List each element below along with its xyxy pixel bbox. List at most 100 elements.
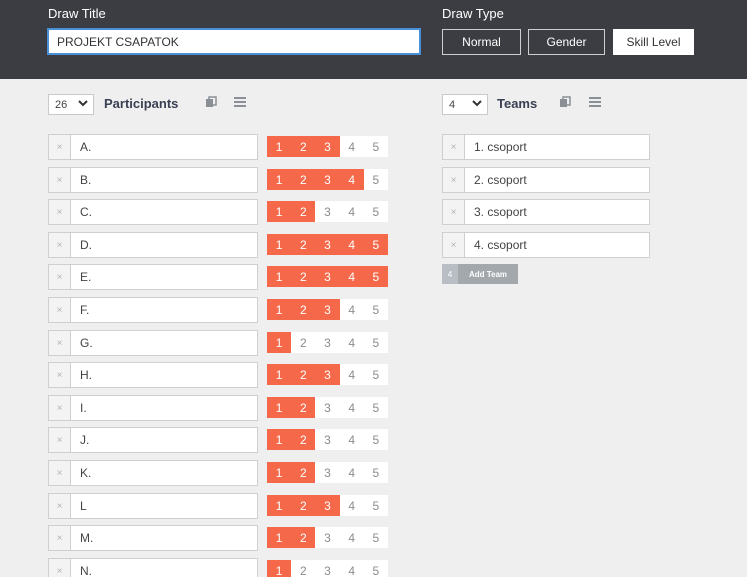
skill-level-option[interactable]: 5: [364, 429, 388, 450]
skill-level-option[interactable]: 4: [340, 299, 364, 320]
participant-name-input[interactable]: D.: [70, 232, 258, 258]
skill-level-option[interactable]: 2: [291, 429, 316, 450]
participant-name-input[interactable]: E.: [70, 264, 258, 290]
skill-level-option[interactable]: 5: [364, 462, 388, 483]
skill-level-option[interactable]: 1: [267, 234, 292, 255]
team-name-input[interactable]: 4. csoport: [464, 232, 650, 258]
remove-team-button[interactable]: ×: [442, 199, 465, 225]
draw-title-input[interactable]: [47, 28, 421, 55]
skill-level-option[interactable]: 1: [267, 332, 292, 353]
skill-level-option[interactable]: 1: [267, 136, 292, 157]
skill-level-option[interactable]: 5: [364, 527, 388, 548]
remove-participant-button[interactable]: ×: [48, 134, 71, 160]
participant-name-input[interactable]: A.: [70, 134, 258, 160]
skill-level-option[interactable]: 2: [291, 397, 316, 418]
remove-participant-button[interactable]: ×: [48, 427, 71, 453]
skill-level-option[interactable]: 2: [291, 201, 316, 222]
skill-level-option[interactable]: 1: [267, 397, 292, 418]
skill-level-option[interactable]: 4: [340, 527, 364, 548]
remove-participant-button[interactable]: ×: [48, 330, 71, 356]
participant-name-input[interactable]: F.: [70, 297, 258, 323]
participant-name-input[interactable]: J.: [70, 427, 258, 453]
skill-level-option[interactable]: 2: [291, 234, 316, 255]
participant-name-input[interactable]: N.: [70, 558, 258, 577]
skill-level-option[interactable]: 5: [364, 169, 388, 190]
skill-level-option[interactable]: 3: [315, 495, 340, 516]
skill-level-option[interactable]: 1: [267, 169, 292, 190]
skill-level-option[interactable]: 4: [340, 429, 364, 450]
skill-level-option[interactable]: 1: [267, 429, 292, 450]
skill-level-option[interactable]: 2: [291, 462, 316, 483]
skill-level-option[interactable]: 5: [363, 266, 388, 287]
skill-level-option[interactable]: 3: [315, 169, 340, 190]
skill-level-option[interactable]: 3: [315, 364, 340, 385]
remove-participant-button[interactable]: ×: [48, 199, 71, 225]
skill-level-option[interactable]: 2: [291, 136, 316, 157]
skill-level-option[interactable]: 5: [364, 332, 388, 353]
participant-name-input[interactable]: L: [70, 493, 258, 519]
skill-level-option[interactable]: 1: [267, 201, 292, 222]
remove-team-button[interactable]: ×: [442, 232, 465, 258]
skill-level-option[interactable]: 4: [340, 495, 364, 516]
skill-level-option[interactable]: 2: [291, 495, 316, 516]
skill-level-option[interactable]: 2: [291, 169, 316, 190]
draw-type-skill-level-button[interactable]: Skill Level: [613, 29, 694, 55]
skill-level-option[interactable]: 2: [291, 560, 315, 577]
skill-level-option[interactable]: 4: [340, 332, 364, 353]
skill-level-option[interactable]: 4: [339, 234, 364, 255]
team-name-input[interactable]: 1. csoport: [464, 134, 650, 160]
skill-level-option[interactable]: 3: [315, 332, 339, 353]
team-name-input[interactable]: 2. csoport: [464, 167, 650, 193]
participant-name-input[interactable]: I.: [70, 395, 258, 421]
skill-level-option[interactable]: 3: [315, 234, 340, 255]
skill-level-option[interactable]: 4: [340, 462, 364, 483]
remove-team-button[interactable]: ×: [442, 134, 465, 160]
remove-participant-button[interactable]: ×: [48, 558, 71, 577]
remove-team-button[interactable]: ×: [442, 167, 465, 193]
participant-name-input[interactable]: C.: [70, 199, 258, 225]
remove-participant-button[interactable]: ×: [48, 525, 71, 551]
remove-participant-button[interactable]: ×: [48, 362, 71, 388]
skill-level-option[interactable]: 2: [291, 527, 316, 548]
skill-level-option[interactable]: 1: [267, 266, 292, 287]
participant-name-input[interactable]: K.: [70, 460, 258, 486]
skill-level-option[interactable]: 3: [315, 560, 339, 577]
list-icon[interactable]: [234, 96, 246, 108]
skill-level-option[interactable]: 3: [315, 462, 339, 483]
list-icon[interactable]: [589, 96, 601, 108]
skill-level-option[interactable]: 2: [291, 332, 315, 353]
skill-level-option[interactable]: 4: [340, 364, 364, 385]
skill-level-option[interactable]: 5: [364, 560, 388, 577]
remove-participant-button[interactable]: ×: [48, 395, 71, 421]
skill-level-option[interactable]: 3: [315, 429, 339, 450]
skill-level-option[interactable]: 4: [340, 397, 364, 418]
remove-participant-button[interactable]: ×: [48, 297, 71, 323]
skill-level-option[interactable]: 3: [315, 527, 339, 548]
skill-level-option[interactable]: 1: [267, 299, 292, 320]
copy-icon[interactable]: [205, 96, 217, 108]
skill-level-option[interactable]: 2: [291, 266, 316, 287]
skill-level-option[interactable]: 2: [291, 364, 316, 385]
skill-level-option[interactable]: 4: [339, 266, 364, 287]
team-name-input[interactable]: 3. csoport: [464, 199, 650, 225]
skill-level-option[interactable]: 5: [364, 201, 388, 222]
remove-participant-button[interactable]: ×: [48, 493, 71, 519]
skill-level-option[interactable]: 3: [315, 397, 339, 418]
remove-participant-button[interactable]: ×: [48, 264, 71, 290]
skill-level-option[interactable]: 1: [267, 495, 292, 516]
skill-level-option[interactable]: 5: [364, 397, 388, 418]
skill-level-option[interactable]: 5: [363, 234, 388, 255]
skill-level-option[interactable]: 5: [364, 299, 388, 320]
skill-level-option[interactable]: 4: [340, 201, 364, 222]
skill-level-option[interactable]: 1: [267, 364, 292, 385]
skill-level-option[interactable]: 1: [267, 527, 292, 548]
add-team-button[interactable]: 4 Add Team: [442, 264, 518, 284]
skill-level-option[interactable]: 3: [315, 201, 339, 222]
skill-level-option[interactable]: 4: [339, 169, 364, 190]
skill-level-option[interactable]: 1: [267, 462, 292, 483]
skill-level-option[interactable]: 3: [315, 266, 340, 287]
skill-level-option[interactable]: 2: [291, 299, 316, 320]
skill-level-option[interactable]: 5: [364, 364, 388, 385]
skill-level-option[interactable]: 3: [315, 136, 340, 157]
skill-level-option[interactable]: 4: [340, 560, 364, 577]
